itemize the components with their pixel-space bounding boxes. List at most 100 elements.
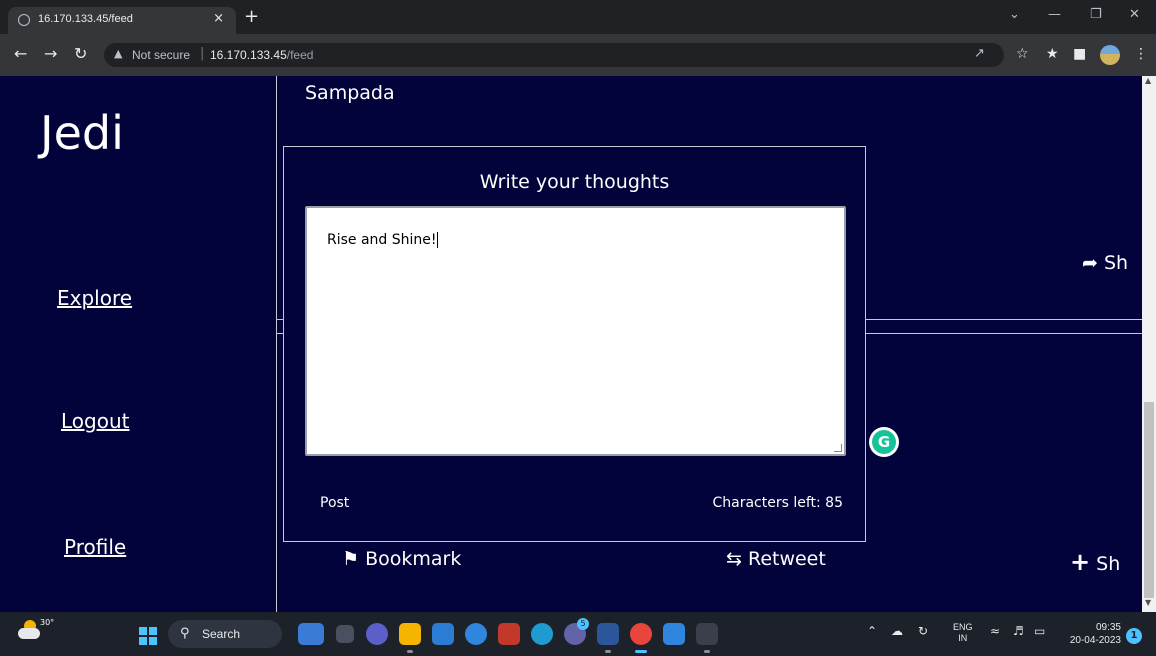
sidebar-item-profile[interactable]: Profile <box>64 535 126 559</box>
grammarly-logo: G <box>872 430 896 454</box>
post-divider <box>866 319 1142 320</box>
taskbar-search[interactable]: ⚲ Search <box>168 620 282 648</box>
sync-icon[interactable]: ↻ <box>918 624 928 638</box>
share-icon[interactable]: ↗ <box>974 46 985 61</box>
security-label[interactable]: Not secure <box>132 48 190 62</box>
url-text[interactable]: 16.170.133.45/feed <box>210 48 313 62</box>
file-explorer-icon[interactable] <box>399 623 421 653</box>
grammarly-icon[interactable]: G <box>869 427 899 457</box>
forward-icon[interactable]: → <box>44 44 57 63</box>
share-button[interactable]: ➦ Sh <box>1082 252 1128 274</box>
star-icon[interactable]: ☆ <box>1016 46 1029 62</box>
post-button[interactable]: Post <box>320 495 349 511</box>
retweet-label: Retweet <box>747 548 826 570</box>
cloud-icon <box>18 628 40 639</box>
store-icon[interactable] <box>432 623 454 645</box>
url-path: /feed <box>286 48 314 62</box>
reload-icon[interactable]: ↻ <box>74 44 87 63</box>
close-window-icon[interactable]: ✕ <box>1129 7 1140 22</box>
bookmark-icon: ⚑ <box>342 548 360 570</box>
url-separator: | <box>200 46 205 61</box>
share-arrow-icon: ➦ <box>1082 252 1098 274</box>
lang-bottom: IN <box>958 633 968 643</box>
sidepanel-icon[interactable]: ■ <box>1073 46 1086 62</box>
scroll-up-icon[interactable]: ▲ <box>1145 76 1151 85</box>
windows-start-icon[interactable] <box>139 627 157 645</box>
brand-logo: Jedi <box>40 106 124 160</box>
notification-icon[interactable]: 1 <box>1126 628 1142 644</box>
edge-icon[interactable] <box>531 623 553 645</box>
browser-toolbar: ← → ↻ ▲ Not secure | 16.170.133.45/feed … <box>0 34 1156 76</box>
onedrive-icon[interactable]: ☁ <box>891 624 903 638</box>
chevron-up-icon[interactable]: ⌃ <box>867 624 877 638</box>
share-label: Sh <box>1103 252 1129 274</box>
plus-icon: + <box>1070 548 1091 576</box>
page-scrollbar[interactable]: ▲ ▼ <box>1142 76 1156 612</box>
clock-time: 09:35 <box>1095 622 1121 633</box>
volume-icon[interactable]: ♬ <box>1013 624 1024 638</box>
browser-tab-strip: 16.170.133.45/feed × + ⌄ — ❐ ✕ <box>0 0 1156 34</box>
url-host: 16.170.133.45 <box>210 48 287 62</box>
lang-top: ENG <box>953 622 973 632</box>
teams-badge: 5 <box>577 618 589 630</box>
wifi-icon[interactable]: ≈ <box>990 624 1000 638</box>
tab-search-icon[interactable]: ⌄ <box>1009 7 1020 22</box>
browser-tab[interactable]: 16.170.133.45/feed × <box>8 7 236 34</box>
battery-icon[interactable]: ▭ <box>1034 624 1045 638</box>
task-view-icon[interactable] <box>336 625 354 643</box>
tab-title: 16.170.133.45/feed <box>38 13 133 25</box>
language-indicator[interactable]: ENG IN <box>953 622 973 644</box>
bookmark-button[interactable]: ⚑ Bookmark <box>342 548 461 570</box>
app-active-indicator <box>635 650 647 653</box>
search-label: Search <box>202 627 241 641</box>
post-divider <box>276 333 283 334</box>
post-author: Sampada <box>305 82 395 104</box>
clock-date: 20-04-2023 <box>1069 635 1121 646</box>
resize-handle[interactable] <box>834 444 842 452</box>
text-caret <box>436 232 438 248</box>
system-clock[interactable]: 09:35 20-04-2023 <box>1063 621 1121 647</box>
weather-temp: 30° <box>40 618 55 627</box>
address-bar[interactable]: ▲ Not secure | 16.170.133.45/feed ↗ <box>104 43 1004 67</box>
windows-taskbar: 30° ⚲ Search 5 ⌃ ☁ ↻ ENG IN ≈ ♬ ▭ 09:35 20… <box>0 612 1156 656</box>
chrome-icon[interactable] <box>630 623 652 653</box>
scroll-thumb[interactable] <box>1144 402 1154 598</box>
sidebar-item-explore[interactable]: Explore <box>57 286 132 310</box>
search-icon: ⚲ <box>180 626 190 641</box>
post-divider <box>276 319 283 320</box>
textarea-value: Rise and Shine! <box>327 232 437 248</box>
retweet-icon: ⇆ <box>726 548 742 570</box>
back-icon[interactable]: ← <box>14 44 27 63</box>
characters-left: Characters left: 85 <box>712 495 843 511</box>
close-tab-icon[interactable]: × <box>213 11 224 26</box>
help-icon[interactable] <box>465 623 487 645</box>
thoughts-textarea[interactable]: Rise and Shine! <box>305 206 846 456</box>
add-share-button[interactable]: + Sh <box>1070 548 1120 576</box>
globe-icon <box>18 14 30 26</box>
app-running-indicator <box>407 650 413 653</box>
scroll-down-icon[interactable]: ▼ <box>1145 598 1151 607</box>
restore-icon[interactable]: ❐ <box>1090 7 1102 22</box>
bookmark-label: Bookmark <box>365 548 462 570</box>
app-icon[interactable] <box>696 623 718 653</box>
photos-icon[interactable] <box>663 623 685 645</box>
retweet-button[interactable]: ⇆ Retweet <box>726 548 826 570</box>
widgets-app-icon[interactable] <box>298 623 324 645</box>
sidebar-item-logout[interactable]: Logout <box>61 409 129 433</box>
mcafee-icon[interactable] <box>498 623 520 645</box>
sidebar-divider <box>276 76 277 612</box>
compose-modal: Write your thoughts Rise and Shine! Post… <box>283 146 866 542</box>
weather-widget[interactable]: 30° <box>14 618 54 640</box>
menu-icon[interactable]: ⋮ <box>1134 46 1148 62</box>
modal-title: Write your thoughts <box>479 171 670 193</box>
teams-icon[interactable]: 5 <box>564 618 589 645</box>
extensions-icon[interactable]: ★ <box>1046 46 1059 62</box>
page-content: Jedi Explore Logout Profile Sampada ➦ Sh… <box>0 76 1156 612</box>
share-label-2: Sh <box>1096 553 1121 575</box>
minimize-icon[interactable]: — <box>1048 7 1061 22</box>
warning-icon[interactable]: ▲ <box>114 47 122 60</box>
new-tab-button[interactable]: + <box>244 6 259 27</box>
profile-icon[interactable] <box>1100 45 1120 65</box>
teams-chat-icon[interactable] <box>366 623 388 645</box>
word-icon[interactable] <box>597 623 619 653</box>
